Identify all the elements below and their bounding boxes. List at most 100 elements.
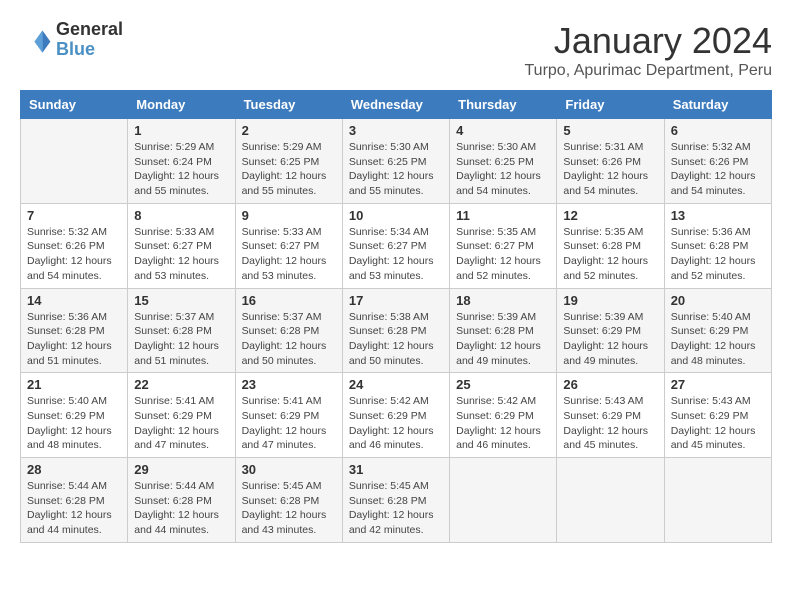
week-row-5: 28 Sunrise: 5:44 AM Sunset: 6:28 PM Dayli… xyxy=(21,458,772,543)
week-row-1: 1Sunrise: 5:29 AM Sunset: 6:24 PM Daylig… xyxy=(21,119,772,204)
day-info: Sunrise: 5:41 AM Sunset: 6:29 PM Dayligh… xyxy=(242,394,336,453)
day-number: 19 xyxy=(563,293,657,308)
day-info: Sunrise: 5:43 AM Sunset: 6:29 PM Dayligh… xyxy=(671,394,765,453)
day-number: 12 xyxy=(563,208,657,223)
calendar-cell: 1Sunrise: 5:29 AM Sunset: 6:24 PM Daylig… xyxy=(128,119,235,204)
day-number: 30 xyxy=(242,462,336,477)
header-cell-saturday: Saturday xyxy=(664,91,771,119)
day-info: Sunrise: 5:30 AM Sunset: 6:25 PM Dayligh… xyxy=(349,140,443,199)
day-number: 8 xyxy=(134,208,228,223)
day-info: Sunrise: 5:35 AM Sunset: 6:28 PM Dayligh… xyxy=(563,225,657,284)
calendar-cell: 22 Sunrise: 5:41 AM Sunset: 6:29 PM Dayli… xyxy=(128,373,235,458)
day-number: 16 xyxy=(242,293,336,308)
day-number: 13 xyxy=(671,208,765,223)
header-cell-wednesday: Wednesday xyxy=(342,91,449,119)
calendar-cell xyxy=(450,458,557,543)
day-info: Sunrise: 5:45 AM Sunset: 6:28 PM Dayligh… xyxy=(242,479,336,538)
day-info: Sunrise: 5:29 AM Sunset: 6:24 PM Dayligh… xyxy=(134,140,228,199)
calendar-body: 1Sunrise: 5:29 AM Sunset: 6:24 PM Daylig… xyxy=(21,119,772,543)
day-info: Sunrise: 5:31 AM Sunset: 6:26 PM Dayligh… xyxy=(563,140,657,199)
calendar-cell: 28 Sunrise: 5:44 AM Sunset: 6:28 PM Dayli… xyxy=(21,458,128,543)
header-cell-sunday: Sunday xyxy=(21,91,128,119)
calendar-cell: 15 Sunrise: 5:37 AM Sunset: 6:28 PM Dayli… xyxy=(128,288,235,373)
calendar-cell: 25 Sunrise: 5:42 AM Sunset: 6:29 PM Dayli… xyxy=(450,373,557,458)
day-number: 7 xyxy=(27,208,121,223)
day-number: 9 xyxy=(242,208,336,223)
header-cell-monday: Monday xyxy=(128,91,235,119)
day-info: Sunrise: 5:33 AM Sunset: 6:27 PM Dayligh… xyxy=(242,225,336,284)
calendar-cell: 13Sunrise: 5:36 AM Sunset: 6:28 PM Dayli… xyxy=(664,203,771,288)
calendar-cell: 9 Sunrise: 5:33 AM Sunset: 6:27 PM Daylig… xyxy=(235,203,342,288)
day-number: 24 xyxy=(349,377,443,392)
calendar-cell: 11 Sunrise: 5:35 AM Sunset: 6:27 PM Dayli… xyxy=(450,203,557,288)
calendar-cell: 30 Sunrise: 5:45 AM Sunset: 6:28 PM Dayli… xyxy=(235,458,342,543)
day-info: Sunrise: 5:36 AM Sunset: 6:28 PM Dayligh… xyxy=(27,310,121,369)
day-info: Sunrise: 5:37 AM Sunset: 6:28 PM Dayligh… xyxy=(242,310,336,369)
day-info: Sunrise: 5:44 AM Sunset: 6:28 PM Dayligh… xyxy=(134,479,228,538)
day-number: 6 xyxy=(671,123,765,138)
calendar-cell: 5 Sunrise: 5:31 AM Sunset: 6:26 PM Daylig… xyxy=(557,119,664,204)
calendar-cell: 2Sunrise: 5:29 AM Sunset: 6:25 PM Daylig… xyxy=(235,119,342,204)
calendar-table: SundayMondayTuesdayWednesdayThursdayFrid… xyxy=(20,90,772,543)
week-row-4: 21Sunrise: 5:40 AM Sunset: 6:29 PM Dayli… xyxy=(21,373,772,458)
week-row-3: 14 Sunrise: 5:36 AM Sunset: 6:28 PM Dayli… xyxy=(21,288,772,373)
calendar-cell: 17Sunrise: 5:38 AM Sunset: 6:28 PM Dayli… xyxy=(342,288,449,373)
day-info: Sunrise: 5:40 AM Sunset: 6:29 PM Dayligh… xyxy=(671,310,765,369)
day-info: Sunrise: 5:42 AM Sunset: 6:29 PM Dayligh… xyxy=(349,394,443,453)
calendar-cell: 31Sunrise: 5:45 AM Sunset: 6:28 PM Dayli… xyxy=(342,458,449,543)
calendar-cell xyxy=(664,458,771,543)
calendar-cell: 3Sunrise: 5:30 AM Sunset: 6:25 PM Daylig… xyxy=(342,119,449,204)
calendar-cell: 23Sunrise: 5:41 AM Sunset: 6:29 PM Dayli… xyxy=(235,373,342,458)
day-info: Sunrise: 5:33 AM Sunset: 6:27 PM Dayligh… xyxy=(134,225,228,284)
header-cell-thursday: Thursday xyxy=(450,91,557,119)
calendar-cell xyxy=(21,119,128,204)
day-number: 5 xyxy=(563,123,657,138)
calendar-cell: 4 Sunrise: 5:30 AM Sunset: 6:25 PM Daylig… xyxy=(450,119,557,204)
day-info: Sunrise: 5:35 AM Sunset: 6:27 PM Dayligh… xyxy=(456,225,550,284)
day-number: 4 xyxy=(456,123,550,138)
logo-icon xyxy=(20,24,52,56)
calendar-cell: 8 Sunrise: 5:33 AM Sunset: 6:27 PM Daylig… xyxy=(128,203,235,288)
header: General Blue January 2024 Turpo, Apurima… xyxy=(20,20,772,80)
title-section: January 2024 Turpo, Apurimac Department,… xyxy=(524,20,772,80)
calendar-cell: 29 Sunrise: 5:44 AM Sunset: 6:28 PM Dayli… xyxy=(128,458,235,543)
calendar-header: SundayMondayTuesdayWednesdayThursdayFrid… xyxy=(21,91,772,119)
calendar-cell: 16 Sunrise: 5:37 AM Sunset: 6:28 PM Dayli… xyxy=(235,288,342,373)
day-info: Sunrise: 5:41 AM Sunset: 6:29 PM Dayligh… xyxy=(134,394,228,453)
calendar-cell: 27Sunrise: 5:43 AM Sunset: 6:29 PM Dayli… xyxy=(664,373,771,458)
day-info: Sunrise: 5:37 AM Sunset: 6:28 PM Dayligh… xyxy=(134,310,228,369)
day-info: Sunrise: 5:44 AM Sunset: 6:28 PM Dayligh… xyxy=(27,479,121,538)
location-title: Turpo, Apurimac Department, Peru xyxy=(524,62,772,80)
day-number: 20 xyxy=(671,293,765,308)
day-number: 28 xyxy=(27,462,121,477)
day-number: 29 xyxy=(134,462,228,477)
day-info: Sunrise: 5:34 AM Sunset: 6:27 PM Dayligh… xyxy=(349,225,443,284)
day-info: Sunrise: 5:42 AM Sunset: 6:29 PM Dayligh… xyxy=(456,394,550,453)
day-number: 14 xyxy=(27,293,121,308)
calendar-cell: 21Sunrise: 5:40 AM Sunset: 6:29 PM Dayli… xyxy=(21,373,128,458)
calendar-cell: 20 Sunrise: 5:40 AM Sunset: 6:29 PM Dayli… xyxy=(664,288,771,373)
calendar-cell: 18Sunrise: 5:39 AM Sunset: 6:28 PM Dayli… xyxy=(450,288,557,373)
day-number: 2 xyxy=(242,123,336,138)
header-cell-friday: Friday xyxy=(557,91,664,119)
day-number: 31 xyxy=(349,462,443,477)
day-number: 17 xyxy=(349,293,443,308)
calendar-cell: 6Sunrise: 5:32 AM Sunset: 6:26 PM Daylig… xyxy=(664,119,771,204)
calendar-cell: 24 Sunrise: 5:42 AM Sunset: 6:29 PM Dayli… xyxy=(342,373,449,458)
calendar-cell: 19 Sunrise: 5:39 AM Sunset: 6:29 PM Dayli… xyxy=(557,288,664,373)
calendar-cell: 14 Sunrise: 5:36 AM Sunset: 6:28 PM Dayli… xyxy=(21,288,128,373)
day-number: 11 xyxy=(456,208,550,223)
day-info: Sunrise: 5:30 AM Sunset: 6:25 PM Dayligh… xyxy=(456,140,550,199)
week-row-2: 7 Sunrise: 5:32 AM Sunset: 6:26 PM Daylig… xyxy=(21,203,772,288)
day-number: 22 xyxy=(134,377,228,392)
calendar-cell: 12 Sunrise: 5:35 AM Sunset: 6:28 PM Dayli… xyxy=(557,203,664,288)
header-cell-tuesday: Tuesday xyxy=(235,91,342,119)
calendar-cell xyxy=(557,458,664,543)
day-info: Sunrise: 5:32 AM Sunset: 6:26 PM Dayligh… xyxy=(27,225,121,284)
day-number: 15 xyxy=(134,293,228,308)
calendar-cell: 10Sunrise: 5:34 AM Sunset: 6:27 PM Dayli… xyxy=(342,203,449,288)
day-info: Sunrise: 5:39 AM Sunset: 6:29 PM Dayligh… xyxy=(563,310,657,369)
day-number: 25 xyxy=(456,377,550,392)
day-number: 18 xyxy=(456,293,550,308)
day-info: Sunrise: 5:40 AM Sunset: 6:29 PM Dayligh… xyxy=(27,394,121,453)
